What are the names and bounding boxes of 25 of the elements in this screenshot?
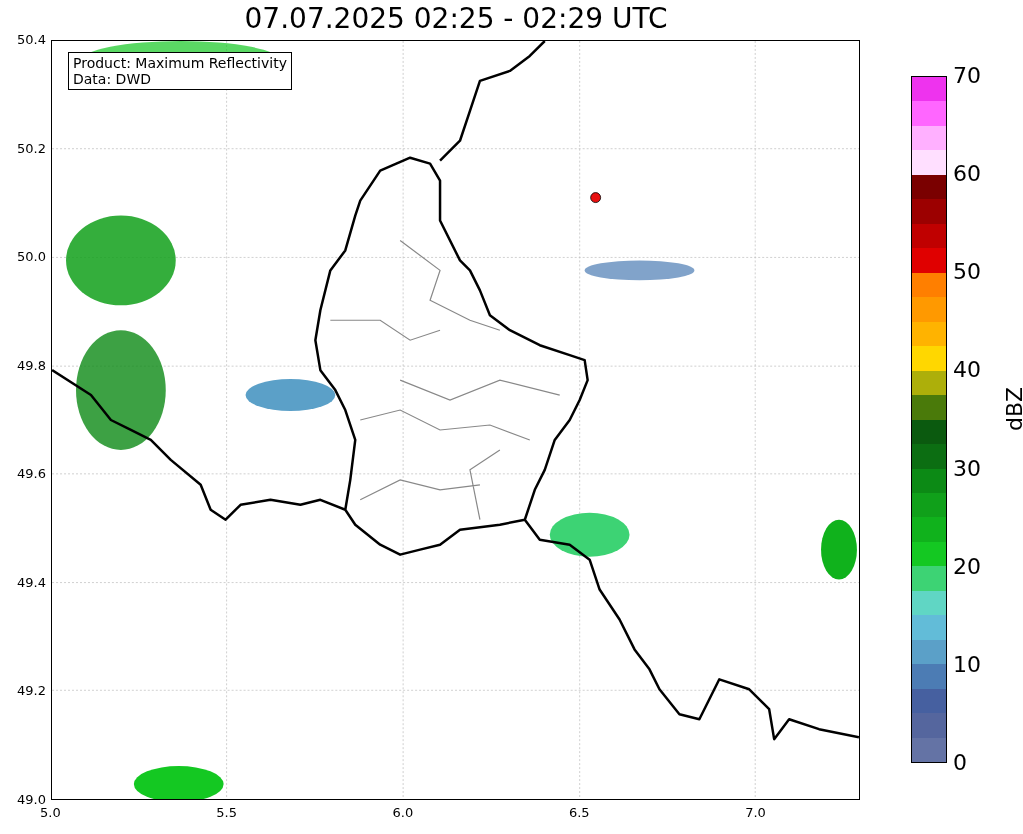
colorbar-tick-label: 0 bbox=[953, 750, 967, 776]
axis-tick-label: 7.0 bbox=[745, 805, 766, 821]
axis-tick-label: 50.2 bbox=[17, 140, 46, 157]
colorbar-label: dBZ bbox=[1002, 386, 1023, 432]
axis-tick-label: 5.0 bbox=[40, 805, 61, 821]
axis-tick-label: 50.4 bbox=[17, 32, 46, 48]
legend-text: Product: Maximum Reflectivity bbox=[73, 55, 287, 71]
axis-tick-label: 49.8 bbox=[17, 357, 46, 374]
axis-tick-label: 49.6 bbox=[17, 466, 46, 483]
axis-tick-label: 6.5 bbox=[568, 805, 590, 821]
colorbar-tick-label: 40 bbox=[953, 357, 981, 384]
colorbar-tick-label: 30 bbox=[953, 455, 981, 482]
colorbar-tick-label: 20 bbox=[953, 553, 981, 580]
colorbar-tick-label: 50 bbox=[953, 259, 981, 286]
axis-tick-label: 6.0 bbox=[392, 805, 414, 821]
axis-tick-label: 5.5 bbox=[216, 805, 237, 821]
axis-tick-label: 49.4 bbox=[17, 574, 46, 591]
colorbar-tick-label: 10 bbox=[953, 651, 981, 678]
colorbar-tick-label: 60 bbox=[953, 161, 981, 188]
colorbar-tick-label: 70 bbox=[953, 63, 981, 89]
legend-text: Data: DWD bbox=[73, 71, 152, 87]
axis-tick-label: 50.0 bbox=[17, 249, 46, 266]
chart-title: 07.07.2025 02:25 - 02:29 UTC bbox=[243, 1, 669, 32]
axis-tick-label: 49.2 bbox=[17, 683, 46, 700]
axis-tick-label: 49.0 bbox=[17, 792, 46, 808]
